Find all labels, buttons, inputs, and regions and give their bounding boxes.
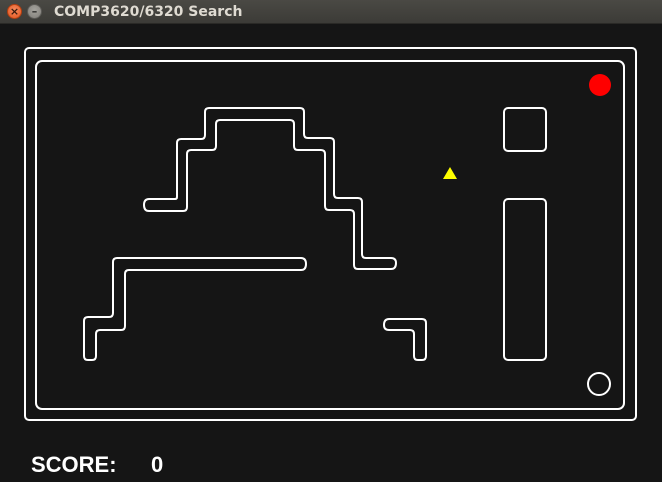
app-window: × – COMP3620/6320 Search SCORE: 0	[0, 0, 662, 482]
close-icon: ×	[9, 5, 20, 18]
game-canvas	[0, 24, 662, 482]
food-dot	[589, 74, 611, 96]
minimize-icon: –	[31, 5, 38, 18]
score-value: 0	[151, 452, 164, 477]
close-button[interactable]: ×	[7, 4, 22, 19]
window-title: COMP3620/6320 Search	[54, 4, 243, 20]
minimize-button[interactable]: –	[27, 4, 42, 19]
title-bar: × – COMP3620/6320 Search	[0, 0, 662, 24]
score-label: SCORE:	[31, 452, 117, 477]
